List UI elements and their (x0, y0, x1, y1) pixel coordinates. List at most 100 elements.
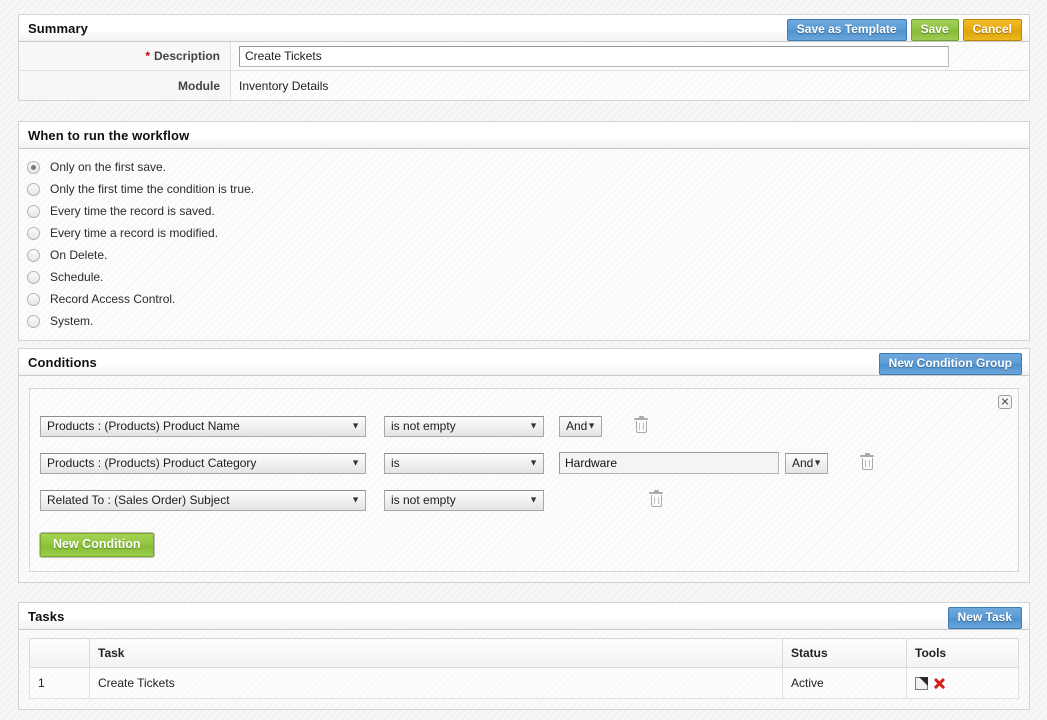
radio-icon-every-save[interactable] (27, 204, 40, 218)
trash-can (650, 495, 662, 507)
condition-operator-value: is (391, 456, 400, 470)
condition-field-select[interactable]: Products : (Products) Product Category ▼ (40, 452, 366, 474)
module-label: Module (178, 78, 220, 93)
radio-icon-record-access-control[interactable] (27, 292, 40, 306)
condition-join-value: And (792, 456, 814, 470)
close-icon[interactable] (998, 395, 1012, 409)
new-condition-wrap: New Condition (40, 533, 1008, 557)
chevron-down-icon: ▼ (351, 420, 360, 431)
condition-operator-select[interactable]: is ▼ (384, 452, 544, 474)
radio-label-every-modify: Every time a record is modified. (50, 226, 219, 240)
condition-operator-value: is not empty (391, 493, 456, 507)
summary-row-module: Module Inventory Details (19, 71, 1029, 100)
radio-option-record-access-control[interactable]: Record Access Control. (19, 288, 1029, 310)
radio-option-on-delete[interactable]: On Delete. (19, 244, 1029, 266)
radio-icon-every-modify[interactable] (27, 226, 40, 240)
tasks-header-row: Task Status Tools (29, 638, 1019, 668)
trash-lid (860, 453, 874, 457)
tasks-table-head: Task Status Tools (29, 638, 1019, 668)
chevron-down-icon: ▼ (351, 494, 360, 505)
conditions-body: Products : (Products) Product Name ▼ is … (18, 376, 1030, 583)
radio-label-first-save: Only on the first save. (50, 160, 167, 174)
required-indicator: * (145, 49, 150, 63)
column-header-num (29, 638, 90, 668)
task-row-tools (906, 667, 1019, 699)
condition-field-value: Products : (Products) Product Category (47, 456, 257, 470)
condition-group: Products : (Products) Product Name ▼ is … (29, 388, 1019, 572)
radio-label-system: System. (50, 314, 94, 328)
new-task-button[interactable]: New Task (947, 607, 1022, 629)
radio-label-first-time-condition-true: Only the first time the condition is tru… (50, 182, 255, 196)
chevron-down-icon: ▼ (529, 457, 538, 468)
radio-icon-schedule[interactable] (27, 270, 40, 284)
radio-icon-system[interactable] (27, 314, 40, 328)
delete-condition-icon[interactable] (634, 416, 648, 434)
edit-icon[interactable] (915, 676, 928, 690)
summary-panel: Summary Save as Template Save Cancel * D… (18, 14, 1030, 101)
trash-can (635, 421, 647, 433)
tasks-title: Tasks (28, 608, 65, 624)
conditions-action-buttons: New Condition Group (878, 353, 1022, 375)
condition-field-select[interactable]: Products : (Products) Product Name ▼ (40, 415, 366, 437)
radio-label-on-delete: On Delete. (50, 248, 108, 262)
condition-operator-select[interactable]: is not empty ▼ (384, 415, 544, 437)
tasks-header: Tasks New Task (18, 602, 1030, 630)
tasks-table: Task Status Tools 1 Create Tickets Activ… (29, 638, 1019, 699)
when-to-run-title: When to run the workflow (28, 127, 190, 143)
summary-header: Summary Save as Template Save Cancel (18, 14, 1030, 42)
condition-join-select[interactable]: And ▼ (559, 415, 602, 437)
radio-option-first-save[interactable]: Only on the first save. (19, 156, 1029, 178)
description-label: Description (153, 49, 220, 63)
delete-condition-icon[interactable] (649, 490, 663, 508)
cancel-button[interactable]: Cancel (962, 19, 1022, 41)
trash-can (861, 458, 873, 470)
table-row: 1 Create Tickets Active (29, 667, 1019, 699)
workflow-editor-page: Summary Save as Template Save Cancel * D… (0, 0, 1047, 720)
radio-option-schedule[interactable]: Schedule. (19, 266, 1029, 288)
chevron-down-icon: ▼ (529, 494, 538, 505)
condition-field-select[interactable]: Related To : (Sales Order) Subject ▼ (40, 489, 366, 511)
radio-label-every-save: Every time the record is saved. (50, 204, 215, 218)
condition-value-input[interactable] (559, 452, 779, 474)
chevron-down-icon: ▼ (813, 457, 822, 468)
summary-action-buttons: Save as Template Save Cancel (786, 19, 1022, 41)
radio-option-every-save[interactable]: Every time the record is saved. (19, 200, 1029, 222)
module-label-cell: Module (19, 71, 231, 100)
delete-condition-icon[interactable] (860, 453, 874, 471)
condition-operator-select[interactable]: is not empty ▼ (384, 489, 544, 511)
trash-lid (649, 490, 663, 494)
summary-body: * Description Module Inventory Details (18, 42, 1030, 101)
new-condition-group-button[interactable]: New Condition Group (878, 353, 1022, 375)
condition-operator-value: is not empty (391, 419, 456, 433)
task-row-number: 1 (29, 667, 90, 699)
when-to-run-header: When to run the workflow (18, 121, 1030, 149)
radio-icon-first-save[interactable] (27, 160, 40, 174)
radio-option-first-time-condition-true[interactable]: Only the first time the condition is tru… (19, 178, 1029, 200)
new-condition-button[interactable]: New Condition (40, 533, 154, 557)
radio-option-system[interactable]: System. (19, 310, 1029, 332)
condition-row: Products : (Products) Product Category ▼… (40, 448, 1008, 478)
radio-option-every-modify[interactable]: Every time a record is modified. (19, 222, 1029, 244)
description-value-cell (231, 42, 1029, 70)
condition-row: Products : (Products) Product Name ▼ is … (40, 411, 1008, 441)
chevron-down-icon: ▼ (529, 420, 538, 431)
description-input[interactable] (239, 45, 949, 67)
save-as-template-button[interactable]: Save as Template (786, 19, 907, 41)
when-to-run-panel: When to run the workflow Only on the fir… (18, 121, 1030, 341)
radio-label-record-access-control: Record Access Control. (50, 292, 176, 306)
radio-icon-on-delete[interactable] (27, 248, 40, 262)
radio-label-schedule: Schedule. (50, 270, 104, 284)
condition-row: Related To : (Sales Order) Subject ▼ is … (40, 485, 1008, 515)
summary-row-description: * Description (19, 42, 1029, 71)
condition-join-select[interactable]: And ▼ (785, 452, 828, 474)
save-button[interactable]: Save (910, 19, 959, 41)
radio-icon-first-time-condition-true[interactable] (27, 182, 40, 196)
module-value-cell: Inventory Details (231, 71, 1029, 100)
chevron-down-icon: ▼ (587, 420, 596, 431)
condition-join-value: And (566, 419, 588, 433)
delete-icon[interactable] (933, 677, 946, 690)
description-label-cell: * Description (19, 42, 231, 70)
tasks-panel: Tasks New Task Task Status Tools 1 Creat… (18, 602, 1030, 710)
task-row-name: Create Tickets (89, 667, 783, 699)
trash-lid (634, 416, 648, 420)
